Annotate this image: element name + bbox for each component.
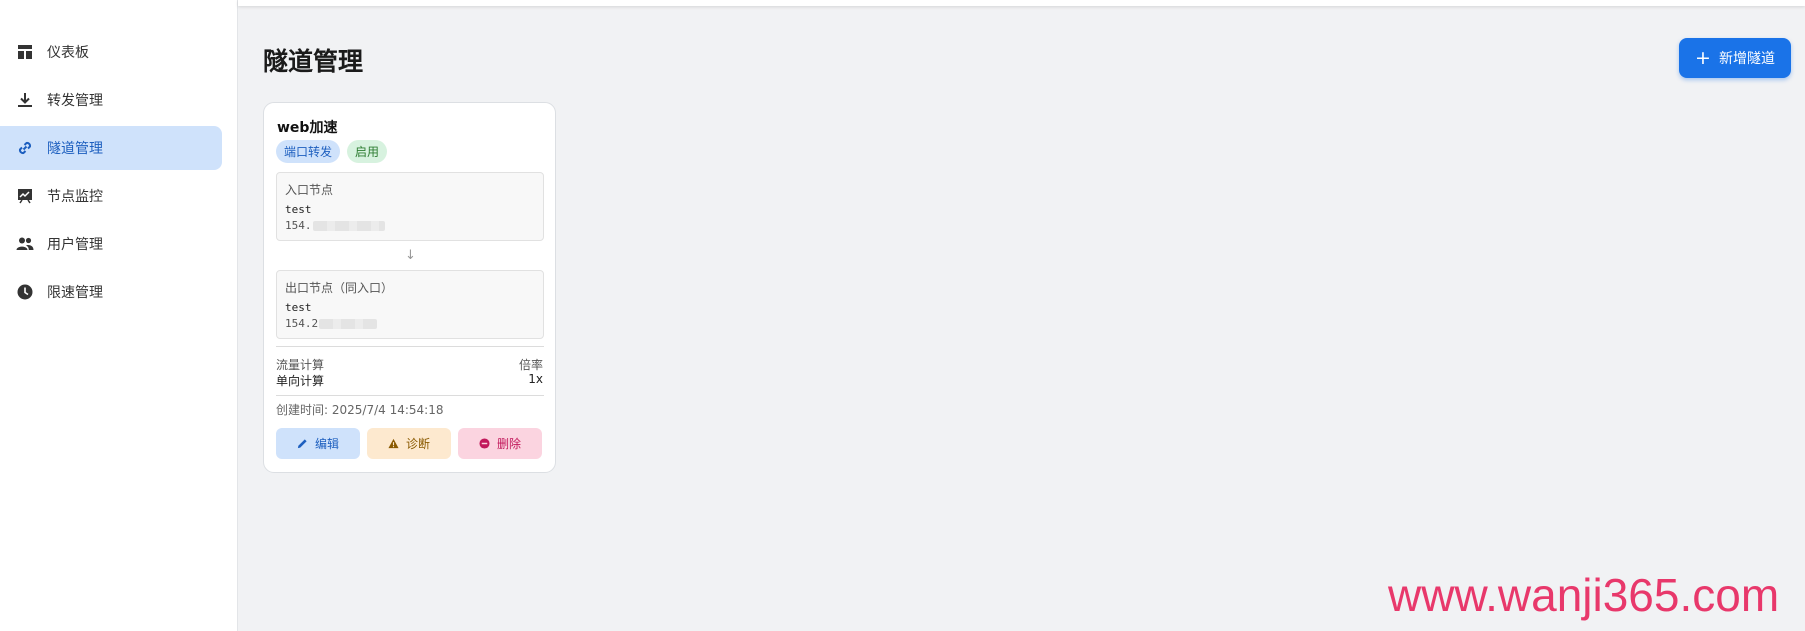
tunnel-card: web加速 端口转发 启用 入口节点 test 154. ↓ 出口节点（同入口）… bbox=[263, 102, 556, 473]
flow-calc-value: 单向计算 bbox=[276, 374, 325, 388]
pencil-icon bbox=[297, 438, 308, 449]
dashboard-icon bbox=[15, 42, 35, 62]
sidebar-item-label: 用户管理 bbox=[47, 237, 103, 253]
sidebar-item-dashboard[interactable]: 仪表板 bbox=[0, 30, 222, 74]
sidebar-item-users[interactable]: 用户管理 bbox=[0, 222, 222, 266]
diagnose-label: 诊断 bbox=[405, 437, 430, 451]
edit-button[interactable]: 编辑 bbox=[276, 428, 360, 459]
exit-node-name: test bbox=[285, 301, 312, 314]
entry-node-box: 入口节点 test 154. bbox=[276, 172, 544, 241]
add-tunnel-label: 新增隧道 bbox=[1718, 51, 1775, 67]
sidebar-item-label: 隧道管理 bbox=[47, 141, 103, 157]
sidebar-item-forward[interactable]: 转发管理 bbox=[0, 78, 222, 122]
sidebar-item-label: 转发管理 bbox=[47, 93, 103, 109]
sidebar-item-label: 节点监控 bbox=[47, 189, 103, 205]
entry-node-ip: 154. bbox=[285, 219, 385, 232]
sidebar-item-monitor[interactable]: 节点监控 bbox=[0, 174, 222, 218]
add-tunnel-button[interactable]: + 新增隧道 bbox=[1679, 38, 1791, 78]
sidebar-item-label: 限速管理 bbox=[47, 285, 103, 301]
diagnose-button[interactable]: 诊断 bbox=[367, 428, 451, 459]
flow-calc-label: 流量计算 bbox=[276, 358, 325, 372]
exit-node-ip-prefix: 154.2 bbox=[285, 317, 319, 330]
entry-node-ip-prefix: 154. bbox=[285, 219, 312, 232]
monitor-icon bbox=[15, 186, 35, 206]
delete-label: 删除 bbox=[496, 437, 521, 451]
top-bar bbox=[238, 0, 1805, 6]
download-icon bbox=[15, 90, 35, 110]
entry-node-label: 入口节点 bbox=[285, 183, 334, 197]
redacted-ip-mask bbox=[319, 318, 378, 329]
page-title: 隧道管理 bbox=[263, 47, 364, 76]
sidebar-item-ratelimit[interactable]: 限速管理 bbox=[0, 270, 222, 314]
exit-node-ip: 154.2 bbox=[285, 317, 378, 330]
divider bbox=[276, 346, 544, 347]
divider bbox=[276, 395, 544, 396]
type-badge: 端口转发 bbox=[276, 140, 341, 163]
tunnel-name: web加速 bbox=[277, 120, 338, 136]
plus-icon: + bbox=[1695, 46, 1711, 69]
watermark-text: www.wanji365.com bbox=[1388, 569, 1780, 621]
redacted-ip-mask bbox=[312, 220, 385, 231]
clock-icon bbox=[15, 282, 35, 302]
rate-label: 倍率 bbox=[518, 358, 543, 372]
exit-node-label: 出口节点（同入口） bbox=[285, 281, 394, 295]
delete-icon bbox=[479, 438, 490, 449]
rate-value: 1x bbox=[528, 372, 543, 386]
created-time: 创建时间: 2025/7/4 14:54:18 bbox=[276, 403, 444, 417]
status-badge: 启用 bbox=[347, 140, 388, 163]
exit-node-box: 出口节点（同入口） test 154.2 bbox=[276, 270, 544, 339]
edit-label: 编辑 bbox=[314, 437, 339, 451]
warning-icon bbox=[388, 438, 399, 449]
users-icon bbox=[15, 234, 35, 254]
delete-button[interactable]: 删除 bbox=[458, 428, 542, 459]
entry-node-name: test bbox=[285, 203, 312, 216]
sidebar-item-tunnel[interactable]: 隧道管理 bbox=[0, 126, 222, 170]
arrow-down-icon: ↓ bbox=[405, 248, 416, 263]
sidebar: 仪表板 转发管理 隧道管理 节点监控 用户管理 限速管理 bbox=[0, 0, 238, 631]
sidebar-item-label: 仪表板 bbox=[47, 45, 89, 61]
link-icon bbox=[15, 138, 35, 158]
